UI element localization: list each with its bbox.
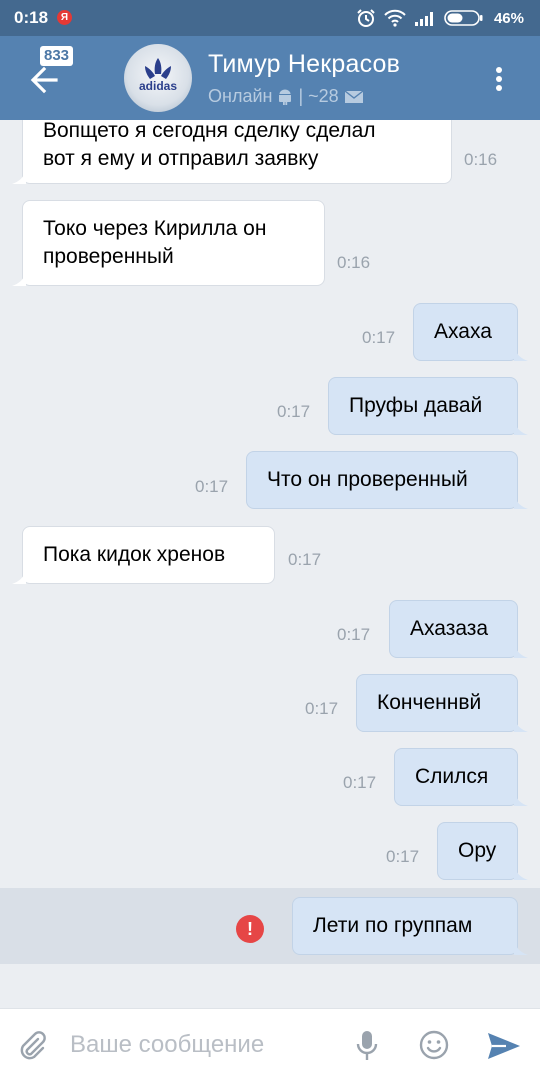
online-status: Онлайн — [208, 86, 273, 106]
bubble-tail — [514, 792, 528, 806]
bubble-tail — [514, 495, 528, 509]
bubble-tail — [12, 170, 26, 184]
contact-status: Онлайн | ~28 — [208, 86, 364, 107]
yandex-icon: Я — [57, 10, 72, 25]
bubble-tail — [514, 347, 528, 361]
back-arrow-icon[interactable] — [26, 60, 66, 100]
message-list[interactable]: Вопщето я сегодня сделку сделал вот я ем… — [0, 120, 540, 1010]
avatar[interactable]: adidas — [124, 44, 192, 112]
incoming-message[interactable]: Пока кидок хренов — [12, 526, 275, 584]
outgoing-message-failed[interactable]: Лети по группам — [292, 897, 528, 955]
message-text: Ахазаза — [410, 617, 489, 640]
message-text: Слился — [415, 765, 489, 788]
outgoing-message[interactable]: Пруфы давай — [328, 377, 528, 435]
outgoing-message[interactable]: Ахаха — [413, 303, 528, 361]
message-time: 0:17 — [195, 477, 229, 496]
bubble-tail — [514, 941, 528, 955]
unread-count-badge: 833 — [40, 46, 74, 66]
envelope-icon — [344, 89, 364, 103]
signal-icon — [414, 12, 433, 26]
adidas-logo-icon: adidas — [139, 58, 177, 93]
battery-icon — [444, 10, 483, 26]
bubble-tail — [514, 421, 528, 435]
message-text: Лети по группам — [313, 914, 473, 937]
battery-percent: 46% — [493, 9, 524, 27]
outgoing-message[interactable]: Ахазаза — [389, 600, 528, 658]
bubble-tail — [12, 570, 26, 584]
outgoing-message[interactable]: Слился — [394, 748, 528, 806]
message-text: Пока кидок хренов — [43, 543, 226, 566]
status-icons: 46% — [356, 7, 524, 29]
message-text-line: Вопщето я сегодня сделку сделал — [43, 120, 376, 142]
chat-header: 833 adidas Тимур Некрасов Онлайн | ~28 — [0, 36, 540, 120]
message-time: 0:16 — [337, 253, 371, 272]
incoming-message[interactable]: Вопщето я сегодня сделку сделал вот я ем… — [12, 120, 452, 184]
message-text: Конченнвй — [377, 691, 482, 714]
outgoing-message[interactable]: Что он проверенный — [246, 451, 528, 509]
bubble-tail — [514, 644, 528, 658]
avatar-text: adidas — [139, 79, 177, 93]
message-time: 0:17 — [277, 402, 311, 421]
send-icon[interactable] — [486, 1031, 522, 1061]
outgoing-message[interactable]: Конченнвй — [356, 674, 528, 732]
bubble-tail — [12, 272, 26, 286]
message-text-line: вот я ему и отправил заявку — [43, 147, 319, 170]
message-text: Пруфы давай — [349, 394, 483, 417]
send-error-icon[interactable]: ! — [236, 915, 264, 943]
message-input[interactable] — [70, 1025, 340, 1065]
wifi-icon — [384, 9, 406, 27]
message-text: Что он проверенный — [267, 468, 468, 491]
more-menu-icon[interactable] — [484, 64, 514, 94]
alarm-icon — [357, 9, 375, 27]
contact-name[interactable]: Тимур Некрасов — [208, 50, 400, 79]
paperclip-icon[interactable] — [16, 1029, 48, 1061]
message-text-line: проверенный — [43, 245, 174, 268]
message-time: 0:17 — [343, 773, 377, 792]
message-time: 0:16 — [464, 150, 498, 169]
clock: 0:18 — [14, 8, 49, 27]
emoji-icon[interactable] — [418, 1029, 450, 1061]
message-text: Ахаха — [434, 320, 492, 343]
last-seen: | ~28 — [298, 86, 339, 106]
microphone-icon[interactable] — [354, 1029, 380, 1063]
incoming-message[interactable]: Токо через Кирилла он проверенный — [12, 200, 325, 286]
bubble-tail — [514, 866, 528, 880]
status-bar: 0:18 Я 46% — [0, 0, 540, 36]
composer-bar — [0, 1008, 540, 1080]
message-time: 0:17 — [362, 328, 396, 347]
outgoing-message[interactable]: Ору — [437, 822, 528, 880]
message-text-line: Токо через Кирилла он — [43, 217, 267, 240]
message-time: 0:17 — [288, 550, 322, 569]
message-text: Ору — [458, 839, 497, 862]
message-time: 0:17 — [337, 625, 371, 644]
message-time: 0:17 — [305, 699, 339, 718]
android-icon — [279, 89, 292, 105]
message-time: 0:17 — [386, 847, 420, 866]
bubble-tail — [514, 718, 528, 732]
